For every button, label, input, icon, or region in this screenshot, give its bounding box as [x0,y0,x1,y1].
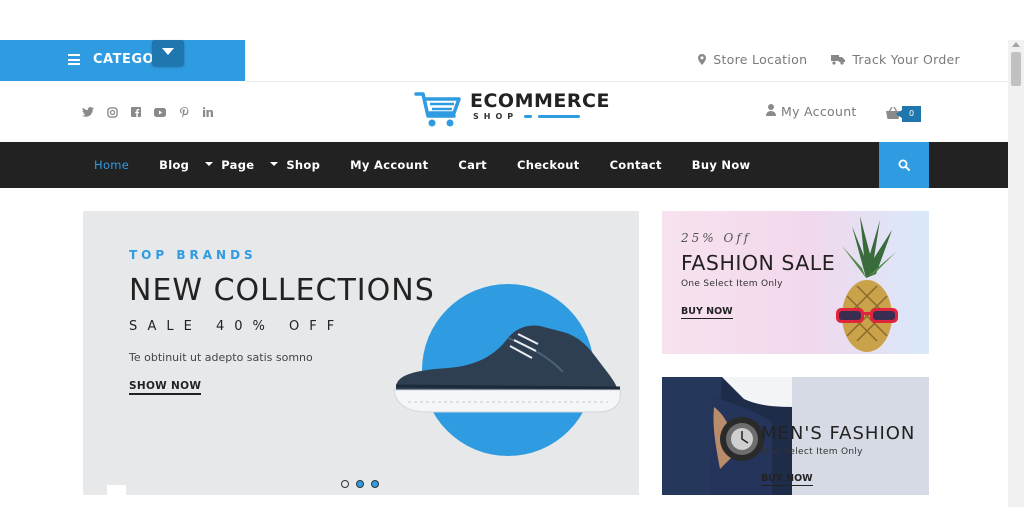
site-logo[interactable]: ECOMMERCE SHOP [414,90,610,134]
slider-prev-arrow[interactable] [107,485,126,495]
my-account-label: My Account [781,104,857,119]
category-menu-bar[interactable]: CATEGOR [0,40,245,81]
page: CATEGOR Store Location Track Your Order [0,0,1024,507]
mens-fashion-banner[interactable]: MEN'S FASHION One Select Item Only BUY N… [662,377,929,495]
slider-dot-active[interactable] [371,480,379,488]
nav-item-contact[interactable]: Contact [610,158,662,172]
scroll-thumb[interactable] [1011,52,1021,86]
track-order-label: Track Your Order [852,52,960,67]
twitter-icon[interactable] [82,106,94,118]
cart-count-badge: 0 [896,105,921,122]
vertical-scrollbar[interactable] [1008,40,1024,507]
nav-item-page[interactable]: Page [221,158,254,172]
user-icon [766,104,776,119]
shopping-cart-logo-icon [414,90,464,134]
nav-item-blog[interactable]: Blog [159,158,189,172]
blog-dropdown-caret-icon[interactable] [205,162,214,166]
hamburger-menu-icon [68,54,80,65]
search-icon [898,156,910,175]
sneaker-image [393,325,621,413]
buy-now-link[interactable]: BUY NOW [761,473,813,486]
hero-slider[interactable]: TOP BRANDS NEW COLLECTIONS SALE 40% OFF … [83,211,639,495]
logo-title: ECOMMERCE [470,90,610,112]
pineapple-sunglasses-image [836,216,898,352]
hero-title: NEW COLLECTIONS [129,273,435,308]
slider-dot[interactable] [341,480,349,488]
pinterest-icon[interactable] [178,106,190,118]
hero-tag: TOP BRANDS [129,248,257,262]
nav-item-shop[interactable]: Shop [286,158,320,172]
hero-sale-text: SALE 40% OFF [129,319,345,334]
scroll-up-arrow-icon[interactable] [1012,42,1020,47]
logo-accent-dash [524,115,533,118]
nav-item-buy-now[interactable]: Buy Now [692,158,751,172]
banner-title: FASHION SALE [681,251,836,275]
facebook-icon[interactable] [130,106,142,118]
banner-discount-text: 25% Off [681,231,752,245]
nav-item-home[interactable]: Home [94,158,129,172]
youtube-icon[interactable] [154,106,166,118]
category-dropdown-toggle[interactable] [152,40,184,66]
slider-dot[interactable] [356,480,364,488]
search-button[interactable] [879,142,929,188]
main-navigation: Home Blog Page Shop My Account Cart Chec… [0,142,1008,188]
nav-item-checkout[interactable]: Checkout [517,158,580,172]
instagram-icon[interactable] [106,106,118,118]
map-pin-icon [698,54,707,65]
track-order-link[interactable]: Track Your Order [831,52,960,67]
cart-button[interactable]: 0 [886,104,921,123]
logo-accent-line [538,115,581,118]
social-links [82,106,214,118]
my-account-link[interactable]: My Account [766,104,857,119]
page-dropdown-caret-icon[interactable] [270,162,279,166]
nav-item-my-account[interactable]: My Account [350,158,428,172]
show-now-link[interactable]: SHOW NOW [129,380,202,395]
linkedin-icon[interactable] [202,106,214,118]
banner-subtitle: One Select Item Only [681,279,783,289]
banner-title: MEN'S FASHION [761,423,916,444]
hero-description: Te obtinuit ut adepto satis somno [129,351,313,364]
divider [245,81,1008,82]
fashion-sale-banner[interactable]: 25% Off FASHION SALE One Select Item Onl… [662,211,929,354]
banner-subtitle: One Select Item Only [761,447,863,457]
logo-subtitle: SHOP [473,112,519,121]
buy-now-link[interactable]: BUY NOW [681,306,733,319]
nav-item-cart[interactable]: Cart [458,158,487,172]
slider-dots [341,480,379,488]
top-links: Store Location Track Your Order [698,52,960,67]
truck-icon [831,54,846,65]
store-location-label: Store Location [713,52,808,67]
store-location-link[interactable]: Store Location [698,52,807,67]
